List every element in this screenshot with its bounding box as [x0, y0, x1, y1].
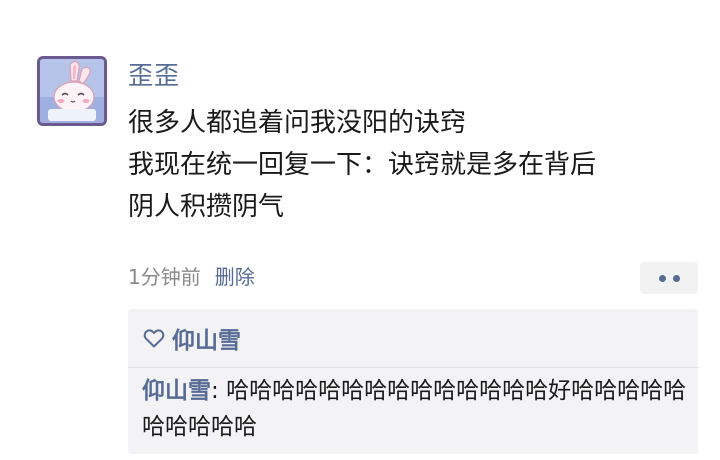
comment-separator: :	[211, 378, 227, 404]
delete-button[interactable]: 删除	[215, 265, 255, 289]
post-line: 很多人都追着问我没阳的诀窍	[128, 108, 467, 138]
post-line: 阴人积攒阴气	[128, 192, 285, 222]
liker-name[interactable]: 仰山雪	[172, 321, 241, 355]
bunny-avatar-icon	[40, 59, 104, 123]
avatar[interactable]	[37, 56, 107, 126]
post-meta: 1分钟前 删除	[128, 262, 255, 292]
divider	[128, 367, 698, 368]
post-author[interactable]: 歪歪	[128, 58, 180, 94]
post-time: 1分钟前	[128, 265, 201, 289]
post-line: 我现在统一回复一下：诀窍就是多在背后	[128, 150, 597, 180]
likes-row: 仰山雪	[142, 321, 241, 355]
more-dots-icon	[672, 274, 680, 282]
post-body: 很多人都追着问我没阳的诀窍 我现在统一回复一下：诀窍就是多在背后 阴人积攒阴气	[128, 102, 698, 228]
heart-outline-icon	[143, 329, 165, 348]
moments-post: 歪歪 很多人都追着问我没阳的诀窍 我现在统一回复一下：诀窍就是多在背后 阴人积攒…	[0, 0, 720, 460]
comment-item[interactable]: 仰山雪: 哈哈哈哈哈哈哈哈哈哈哈哈哈哈好哈哈哈哈哈哈哈哈哈哈	[142, 373, 687, 445]
more-dots-icon	[658, 274, 666, 282]
comment-author[interactable]: 仰山雪	[142, 378, 211, 404]
more-button[interactable]	[640, 262, 698, 294]
likes-comments-panel: 仰山雪 仰山雪: 哈哈哈哈哈哈哈哈哈哈哈哈哈哈好哈哈哈哈哈哈哈哈哈哈	[128, 309, 698, 454]
